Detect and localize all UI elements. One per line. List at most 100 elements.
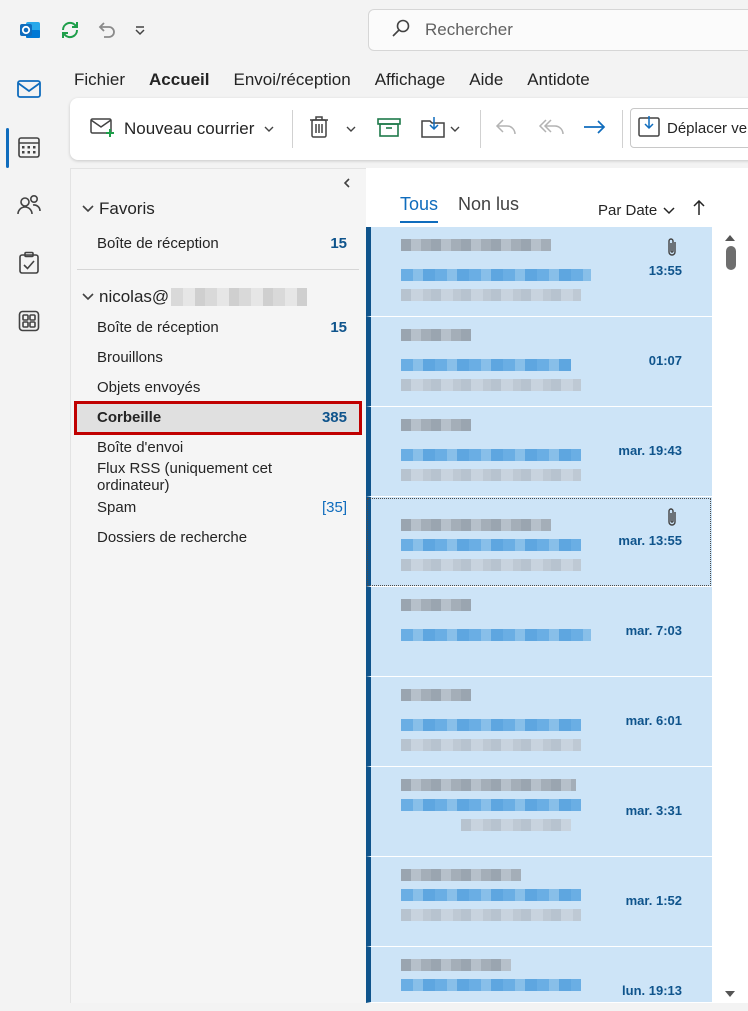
folder-inbox[interactable]: Boîte de réception 15 <box>97 314 347 340</box>
folder-outbox[interactable]: Boîte d'envoi <box>97 434 347 460</box>
tab-envoi-reception[interactable]: Envoi/réception <box>234 66 351 96</box>
favorites-title: Favoris <box>99 199 155 218</box>
folder-label: Boîte d'envoi <box>97 438 184 456</box>
sort-direction-icon[interactable] <box>693 199 705 220</box>
collapse-pane-icon[interactable] <box>343 177 351 191</box>
people-icon[interactable] <box>14 190 44 220</box>
sort-label: Par Date <box>598 201 658 219</box>
redacted-sender <box>401 239 551 251</box>
tab-antidote[interactable]: Antidote <box>527 66 589 96</box>
archive-button[interactable] <box>376 114 402 144</box>
folder-favorites-inbox[interactable]: Boîte de réception 15 <box>97 230 347 256</box>
redacted-sender <box>401 419 471 431</box>
active-indicator <box>6 128 9 168</box>
reply-all-button[interactable] <box>538 114 566 144</box>
archive-icon <box>376 116 402 143</box>
redacted-subject <box>401 979 581 991</box>
message-row[interactable]: mar. 19:43 <box>366 407 712 497</box>
filter-all-tab[interactable]: Tous <box>400 194 439 223</box>
message-row[interactable]: mar. 6:01 <box>366 677 712 767</box>
move-to-button[interactable]: Déplacer vers <box>630 108 748 148</box>
title-bar: Rechercher <box>0 0 748 60</box>
redacted-email <box>171 288 308 306</box>
folder-search-folders[interactable]: Dossiers de recherche <box>97 524 347 550</box>
reply-button[interactable] <box>494 114 518 144</box>
redacted-subject <box>401 269 591 281</box>
redacted-subject <box>401 449 581 461</box>
folder-spam[interactable]: Spam [35] <box>97 494 347 520</box>
scroll-down-icon[interactable] <box>724 986 736 1004</box>
folder-label: Spam <box>97 498 137 516</box>
folder-drafts[interactable]: Brouillons <box>97 344 347 370</box>
search-input[interactable]: Rechercher <box>425 20 513 40</box>
search-box[interactable]: Rechercher <box>368 9 748 51</box>
move-to-icon <box>637 114 661 143</box>
filter-unread-tab[interactable]: Non lus <box>458 194 519 215</box>
reply-all-icon <box>538 117 566 142</box>
chevron-down-icon <box>81 290 97 305</box>
undo-icon[interactable] <box>92 16 120 44</box>
message-row[interactable]: mar. 1:52 <box>366 857 712 947</box>
redacted-sender <box>401 869 521 881</box>
message-time: mar. 6:01 <box>625 713 682 728</box>
redacted-preview <box>401 379 581 391</box>
message-list-scrollbar[interactable] <box>720 230 740 1000</box>
calendar-icon[interactable] <box>14 132 44 162</box>
move-to-label: Déplacer vers <box>667 119 748 137</box>
folder-sent[interactable]: Objets envoyés <box>97 374 347 400</box>
sync-icon[interactable] <box>56 16 84 44</box>
move-to-folder-button[interactable] <box>420 114 460 144</box>
move-folder-icon <box>420 115 446 144</box>
ribbon-tabs: Fichier Accueil Envoi/réception Affichag… <box>74 66 614 101</box>
ribbon-separator <box>480 110 481 148</box>
mail-icon[interactable] <box>14 74 44 104</box>
folder-label: Brouillons <box>97 348 163 366</box>
message-row[interactable]: mar. 7:03 <box>366 587 712 677</box>
message-time: mar. 3:31 <box>625 803 682 818</box>
message-time: 13:55 <box>648 263 682 278</box>
customize-toolbar-icon[interactable] <box>126 16 154 44</box>
tab-affichage[interactable]: Affichage <box>375 66 446 96</box>
folder-rss[interactable]: Flux RSS (uniquement cet ordinateur) <box>97 460 347 494</box>
message-row[interactable]: lun. 19:13 <box>366 947 712 1003</box>
message-time: mar. 1:52 <box>625 893 682 908</box>
redacted-preview <box>401 909 581 921</box>
new-mail-button[interactable]: Nouveau courrier <box>90 114 274 144</box>
tab-accueil[interactable]: Accueil <box>149 66 210 101</box>
section-divider <box>77 269 359 270</box>
redacted-subject <box>401 719 581 731</box>
chevron-down-icon[interactable] <box>346 120 356 138</box>
favorites-header[interactable]: Favoris <box>81 199 155 219</box>
folder-label: Dossiers de recherche <box>97 528 248 546</box>
delete-button[interactable] <box>308 114 356 144</box>
message-row[interactable]: mar. 13:55 <box>366 497 712 587</box>
redacted-sender <box>401 959 511 971</box>
tab-fichier[interactable]: Fichier <box>74 66 125 96</box>
message-row[interactable]: mar. 3:31 <box>366 767 712 857</box>
new-mail-icon <box>90 116 116 143</box>
item-count: [35] <box>321 498 347 516</box>
unread-count: 15 <box>330 234 347 252</box>
tab-aide[interactable]: Aide <box>469 66 503 96</box>
chevron-down-icon[interactable] <box>450 120 460 138</box>
apps-icon[interactable] <box>14 306 44 336</box>
folder-label: Objets envoyés <box>97 378 201 396</box>
scrollbar-thumb[interactable] <box>726 246 736 270</box>
ribbon: Nouveau courrier Déplacer ve <box>70 98 748 160</box>
redacted-sender <box>401 599 471 611</box>
folder-trash[interactable]: Corbeille 385 <box>97 404 347 430</box>
new-mail-label: Nouveau courrier <box>124 119 255 138</box>
sort-by-button[interactable]: Par Date <box>598 199 705 220</box>
tasks-icon[interactable] <box>14 248 44 278</box>
message-time: 01:07 <box>648 353 682 368</box>
forward-button[interactable] <box>582 114 608 144</box>
redacted-preview <box>401 469 581 481</box>
chevron-down-icon[interactable] <box>264 120 274 138</box>
message-row[interactable]: 13:55 <box>366 227 712 317</box>
redacted-subject <box>401 629 591 641</box>
message-row[interactable]: 01:07 <box>366 317 712 407</box>
redacted-sender <box>401 519 551 531</box>
account-header[interactable]: nicolas@ <box>81 287 308 307</box>
redacted-preview <box>401 289 581 301</box>
trash-icon <box>308 115 330 144</box>
